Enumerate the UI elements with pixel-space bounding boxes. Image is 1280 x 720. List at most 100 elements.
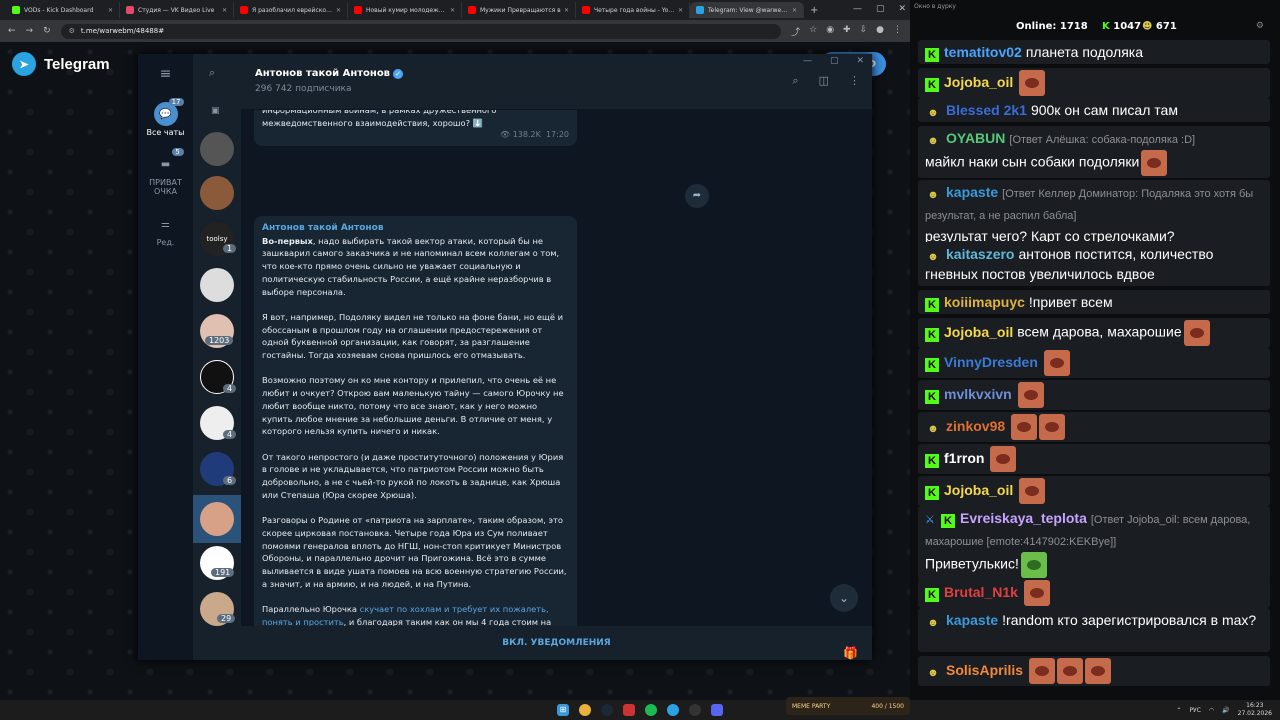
close-icon[interactable]: ✕	[856, 56, 864, 66]
chat-message[interactable]: K Jojoba_oil	[918, 476, 1270, 506]
chat-username[interactable]: Brutal_N1k	[944, 584, 1018, 600]
message-bubble[interactable]: Антонов такой Антонов Во-первых, надо вы…	[254, 216, 577, 626]
message-author[interactable]: Антонов такой Антонов	[262, 222, 569, 235]
folder-all-chats[interactable]: ≡	[138, 62, 193, 88]
chat-avatar[interactable]	[200, 132, 234, 166]
maximize-icon[interactable]: ▢	[830, 56, 839, 66]
close-icon[interactable]: ✕	[336, 7, 341, 14]
gift-icon[interactable]: 🎁	[843, 636, 858, 670]
new-tab-icon[interactable]: +	[810, 5, 818, 16]
chat-username[interactable]: kapaste	[946, 184, 998, 200]
close-icon[interactable]: ✕	[792, 7, 797, 14]
chat-username[interactable]: f1rron	[944, 450, 984, 466]
chat-message[interactable]: ☻ Blessed 2k1 900к он сам писал там	[918, 98, 1270, 122]
chat-message[interactable]: Kf1rron	[918, 444, 1270, 474]
steam-icon[interactable]	[601, 704, 613, 716]
chrome-icon[interactable]	[579, 704, 591, 716]
forward-icon[interactable]: ➦	[685, 184, 709, 208]
archive-icon[interactable]: ▣	[211, 106, 220, 116]
chat-message[interactable]: ☻ kaitaszero антонов постится, количество …	[918, 242, 1270, 286]
share-icon[interactable]: ⤴	[791, 25, 800, 38]
chat-avatar-selected[interactable]	[193, 495, 241, 543]
close-icon[interactable]: ✕	[678, 7, 683, 14]
chat-username[interactable]: Evreiskaya_teplota	[960, 510, 1087, 526]
chat-username[interactable]: Jojoba_oil	[944, 482, 1013, 498]
sidebar-toggle-icon[interactable]: ◫	[819, 74, 829, 88]
profile-icon[interactable]: ●	[876, 25, 884, 38]
tab-youtube-1[interactable]: Я разоблачил еврейское л ✕	[234, 2, 348, 18]
chat-username[interactable]: Blessed 2k1	[946, 102, 1027, 118]
maximize-icon[interactable]: ▢	[876, 4, 885, 14]
chat-message[interactable]: K VinnyDresden	[918, 348, 1270, 378]
tab-youtube-2[interactable]: Новый кумир молодежи, к ✕	[348, 2, 462, 18]
chat-message[interactable]: Kkoiiimapuyc !привет всем	[918, 290, 1270, 314]
chat-username[interactable]: kaitaszero	[946, 246, 1014, 262]
chat-message[interactable]: K Jojoba_oil	[918, 68, 1270, 98]
telegram-icon[interactable]	[667, 704, 679, 716]
address-bar[interactable]: ⚙ t.me/warwebm/48488#	[60, 23, 782, 39]
chat-message[interactable]: ☻ kapaste !random кто зарегистрировался в …	[918, 608, 1270, 652]
close-icon[interactable]: ✕	[564, 7, 569, 14]
close-icon[interactable]: ✕	[108, 7, 113, 14]
chat-message[interactable]: Ktematitov02 планета подоляка	[918, 40, 1270, 64]
spotify-icon[interactable]	[645, 704, 657, 716]
chat-username[interactable]: zinkov98	[946, 418, 1005, 434]
back-icon[interactable]: ←	[8, 26, 16, 36]
notifications-toggle[interactable]: ВКЛ. УВЕДОМЛЕНИЯ 🎁	[241, 626, 872, 660]
bookmark-star-icon[interactable]: ☆	[809, 25, 817, 38]
chat-avatar[interactable]	[200, 268, 234, 302]
chat-username[interactable]: koiiimapuyc	[944, 294, 1025, 310]
close-window-icon[interactable]: ✕	[898, 4, 906, 14]
chat-message[interactable]: ☻ kapaste [Ответ Келлер Доминатор: Подаляк…	[918, 180, 1270, 248]
site-info-icon[interactable]: ⚙	[69, 27, 75, 35]
chat-username[interactable]: tematitov02	[944, 44, 1022, 60]
folder-all-chats[interactable]: 💬 17 Все чаты	[138, 98, 193, 137]
menu-icon[interactable]: ⋮	[893, 25, 902, 38]
folder-private[interactable]: ▬ 5 ПРИВАТ ОЧКА	[138, 148, 193, 196]
chat-username[interactable]: mvlkvxivn	[944, 386, 1012, 402]
reload-icon[interactable]: ↻	[43, 26, 51, 36]
tab-kick[interactable]: VODs - Kick Dashboard ✕	[6, 2, 120, 18]
chat-message[interactable]: Kmvlkvxivn	[918, 380, 1270, 410]
telegram-logo[interactable]: ➤ Telegram	[12, 52, 110, 76]
chat-username[interactable]: OYABUN	[946, 130, 1005, 146]
tab-telegram[interactable]: Telegram: View @warwebm ✕	[690, 2, 804, 18]
folder-edit[interactable]: ⚌ Ред.	[138, 212, 193, 248]
app-icon[interactable]	[711, 704, 723, 716]
tab-youtube-3[interactable]: Мужики Превращаются в ✕	[462, 2, 576, 18]
obs-icon[interactable]	[689, 704, 701, 716]
settings-icon[interactable]: ⚙	[1256, 21, 1264, 31]
search-icon[interactable]: ⌕	[792, 74, 798, 88]
channel-title[interactable]: Антонов такой Антонов ✓	[255, 68, 404, 79]
extension-icon[interactable]: ◉	[826, 25, 834, 38]
hamburger-menu-icon[interactable]: ≡	[154, 62, 178, 86]
chat-message[interactable]: ☻ SolisAprilis	[918, 656, 1270, 686]
chat-message[interactable]: ☻ OYABUN [Ответ Алёшка: собака-подоляка :D…	[918, 126, 1270, 178]
more-icon[interactable]: ⋮	[849, 74, 860, 88]
tray-chevron-icon[interactable]: ⌃	[1176, 707, 1181, 714]
chat-message[interactable]: ⚔ K Evreiskaya_teplota [Ответ Jojoba_oil: в…	[918, 506, 1270, 580]
chat-username[interactable]: VinnyDresden	[944, 354, 1038, 370]
close-icon[interactable]: ✕	[450, 7, 455, 14]
puzzle-icon[interactable]: ✚	[843, 25, 851, 38]
app-icon[interactable]	[623, 704, 635, 716]
wifi-icon[interactable]: ◠	[1209, 707, 1214, 714]
chat-message[interactable]: K Jojoba_oil всем дарова, махарошие	[918, 318, 1270, 348]
meme-party-widget[interactable]: MEME PARTY 400 / 1500	[786, 697, 910, 715]
downloads-icon[interactable]: ⇩	[860, 25, 868, 38]
search-icon[interactable]: ⌕	[209, 66, 215, 80]
scroll-down-button[interactable]: ⌄	[830, 584, 858, 612]
message-bubble[interactable]: информационным войнам, в рамках дружеств…	[254, 110, 577, 146]
chat-message[interactable]: ☻ zinkov98	[918, 412, 1270, 442]
tab-vk[interactable]: Студия — VK Видео Live ✕	[120, 2, 234, 18]
start-icon[interactable]: ⊞	[557, 704, 569, 716]
chat-avatar[interactable]	[200, 176, 234, 210]
tab-youtube-4[interactable]: Четыре года войны - YouTu ✕	[576, 2, 690, 18]
forward-icon[interactable]: →	[26, 26, 34, 36]
chat-username[interactable]: Jojoba_oil	[944, 74, 1013, 90]
chat-message[interactable]: K Brutal_N1k	[918, 578, 1270, 608]
chat-username[interactable]: kapaste	[946, 612, 998, 628]
chat-username[interactable]: Jojoba_oil	[944, 324, 1013, 340]
volume-icon[interactable]: 🔊	[1222, 707, 1229, 714]
language-indicator[interactable]: РУС	[1189, 707, 1200, 714]
